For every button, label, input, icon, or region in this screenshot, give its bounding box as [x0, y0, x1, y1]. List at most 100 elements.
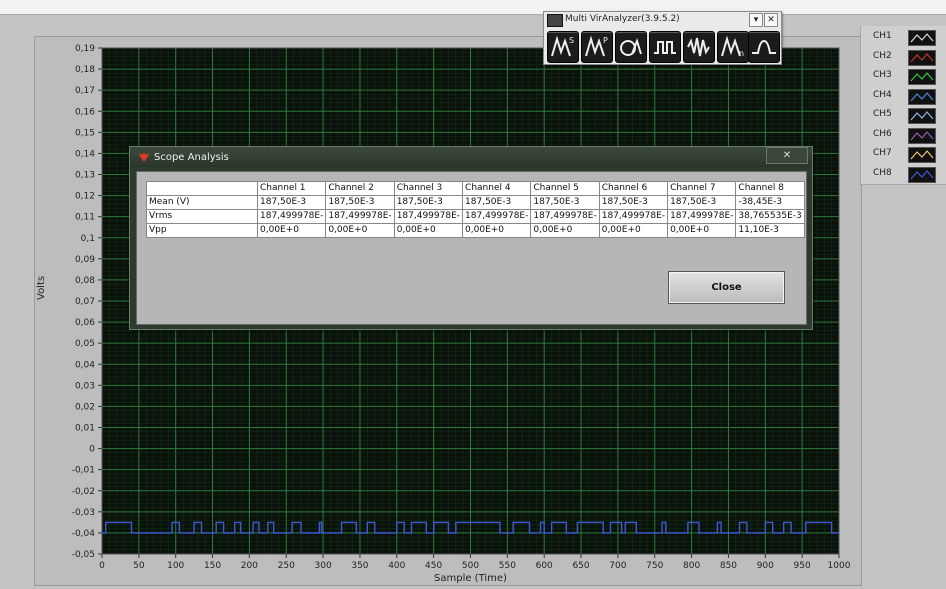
legend-trace-swatch-icon[interactable] — [908, 49, 936, 66]
app-logo-icon — [547, 14, 563, 27]
svg-text:S: S — [569, 36, 574, 45]
y-tick-label: 0,18 — [75, 65, 95, 75]
legend-trace-swatch-icon[interactable] — [908, 88, 936, 105]
table-cell: 0,00E+0 — [598, 223, 669, 238]
x-tick-label: 800 — [683, 561, 700, 571]
svg-text:n: n — [739, 49, 744, 58]
legend-item-ch1[interactable]: CH1 — [861, 28, 946, 48]
viranalyzer-titlebar[interactable]: Multi VirAnalyzer(3.9.5.2) ▾ ✕ — [544, 12, 781, 28]
tool-peak-p-button[interactable]: P — [581, 31, 613, 63]
table-corner-cell — [146, 181, 258, 196]
table-cell: 0,00E+0 — [325, 223, 395, 238]
y-tick-label: 0,02 — [75, 402, 95, 412]
x-tick-label: 850 — [720, 561, 737, 571]
legend-trace-swatch-icon[interactable] — [908, 30, 936, 46]
legend-item-ch6[interactable]: CH6 — [861, 126, 946, 146]
table-cell: 187,499978E- — [667, 209, 737, 224]
y-tick-label: -0,04 — [72, 529, 96, 539]
minimize-button[interactable]: ▾ — [749, 13, 763, 27]
legend-item-ch2[interactable]: CH2 — [861, 48, 946, 68]
table-cell: 0,00E+0 — [530, 223, 600, 238]
x-tick-label: 0 — [99, 561, 105, 571]
table-cell: 187,50E-3 — [462, 195, 532, 210]
legend-item-ch5[interactable]: CH5 — [861, 106, 946, 126]
tool-square-wave-button[interactable] — [649, 31, 681, 63]
dialog-close-x-button[interactable]: ✕ — [766, 147, 808, 164]
column-header: Channel 7 — [667, 181, 737, 196]
peak-s-icon: S — [551, 35, 574, 57]
waveform-circle-icon — [620, 37, 642, 56]
close-toolbar-button[interactable]: ✕ — [764, 13, 778, 27]
x-tick-label: 550 — [499, 561, 516, 571]
tool-burst-wave-button[interactable] — [683, 31, 715, 63]
row-label: Vpp — [146, 223, 258, 238]
peak-n-icon: n — [721, 35, 744, 58]
y-tick-label: 0,05 — [75, 339, 95, 349]
column-header: Channel 5 — [530, 181, 600, 196]
legend-trace-swatch-icon[interactable] — [908, 69, 936, 85]
dialog-title: Scope Analysis — [154, 152, 229, 163]
legend-channel-name: CH6 — [873, 128, 892, 139]
y-tick-label: 0,1 — [81, 234, 95, 244]
table-cell: 187,499978E- — [393, 209, 464, 224]
y-tick-label: -0,03 — [72, 508, 95, 518]
svg-text:P: P — [603, 36, 608, 45]
y-tick-label: 0,16 — [75, 107, 95, 117]
legend-channel-name: CH5 — [873, 109, 892, 119]
legend-channel-name: CH7 — [873, 148, 892, 158]
x-axis-title: Sample (Time) — [434, 573, 507, 584]
column-header: Channel 4 — [462, 181, 532, 196]
row-label: Mean (V) — [146, 195, 258, 210]
x-tick-label: 450 — [425, 561, 442, 571]
x-tick-label: 400 — [388, 561, 405, 571]
tool-peak-n-button[interactable]: n — [717, 31, 749, 63]
y-tick-label: 0,03 — [75, 381, 95, 391]
tool-peak-s-button[interactable]: S — [547, 31, 579, 63]
table-cell: 187,50E-3 — [325, 195, 395, 210]
tool-waveform-circle-button[interactable] — [615, 31, 647, 63]
x-tick-label: 350 — [351, 561, 368, 571]
legend-trace-swatch-icon[interactable] — [908, 147, 936, 163]
y-tick-label: 0,17 — [75, 86, 95, 96]
scope-analysis-dialog: Scope Analysis ✕ Channel 1 Channel 2 Cha… — [129, 146, 813, 330]
y-tick-label: -0,05 — [72, 550, 95, 560]
burst-wave-icon — [687, 37, 710, 57]
legend-channel-name: CH4 — [873, 89, 892, 100]
legend-item-ch8[interactable]: CH8 — [861, 165, 946, 185]
x-tick-label: 500 — [462, 561, 479, 571]
legend-item-ch3[interactable]: CH3 — [861, 67, 946, 87]
legend-trace-swatch-icon[interactable] — [908, 127, 936, 144]
legend-trace-swatch-icon[interactable] — [908, 108, 936, 124]
y-tick-label: 0,08 — [75, 276, 95, 286]
dialog-body: Channel 1 Channel 2 Channel 3 Channel 4 … — [136, 171, 807, 325]
x-tick-label: 750 — [646, 561, 663, 571]
table-cell: 0,00E+0 — [462, 223, 532, 238]
table-cell: 187,499978E- — [256, 209, 327, 224]
table-cell: 187,499978E- — [598, 209, 669, 224]
x-tick-label: 950 — [794, 561, 811, 571]
y-tick-label: 0,09 — [75, 255, 95, 265]
table-cell: 187,50E-3 — [530, 195, 600, 210]
x-tick-label: 250 — [278, 561, 295, 571]
y-tick-label: 0 — [89, 445, 95, 455]
window-top-strip — [0, 0, 946, 15]
legend-channel-name: CH2 — [873, 50, 892, 61]
legend-item-ch7[interactable]: CH7 — [861, 145, 946, 165]
dialog-titlebar[interactable]: Scope Analysis ✕ — [130, 147, 812, 167]
y-tick-label: 0,13 — [75, 171, 95, 181]
channel-legend: CH1 CH2 CH3 CH4 CH5 CH6 CH7 CH8 — [860, 26, 946, 185]
legend-trace-swatch-icon[interactable] — [908, 166, 936, 183]
table-cell: 187,50E-3 — [598, 195, 669, 210]
table-row: Vpp 0,00E+0 0,00E+0 0,00E+0 0,00E+0 0,00… — [146, 223, 805, 238]
viranalyzer-toolbar[interactable]: Multi VirAnalyzer(3.9.5.2) ▾ ✕ S P n — [543, 11, 782, 65]
table-cell: 11,10E-3 — [735, 223, 805, 238]
x-tick-label: 600 — [536, 561, 553, 571]
statistics-table: Channel 1 Channel 2 Channel 3 Channel 4 … — [146, 181, 805, 238]
x-tick-label: 200 — [241, 561, 258, 571]
close-button[interactable]: Close — [668, 271, 785, 304]
x-tick-label: 700 — [609, 561, 626, 571]
tool-pulse-button[interactable] — [748, 31, 780, 63]
legend-item-ch4[interactable]: CH4 — [861, 87, 946, 107]
column-header: Channel 6 — [598, 181, 669, 196]
table-cell: 187,499978E- — [462, 209, 532, 224]
